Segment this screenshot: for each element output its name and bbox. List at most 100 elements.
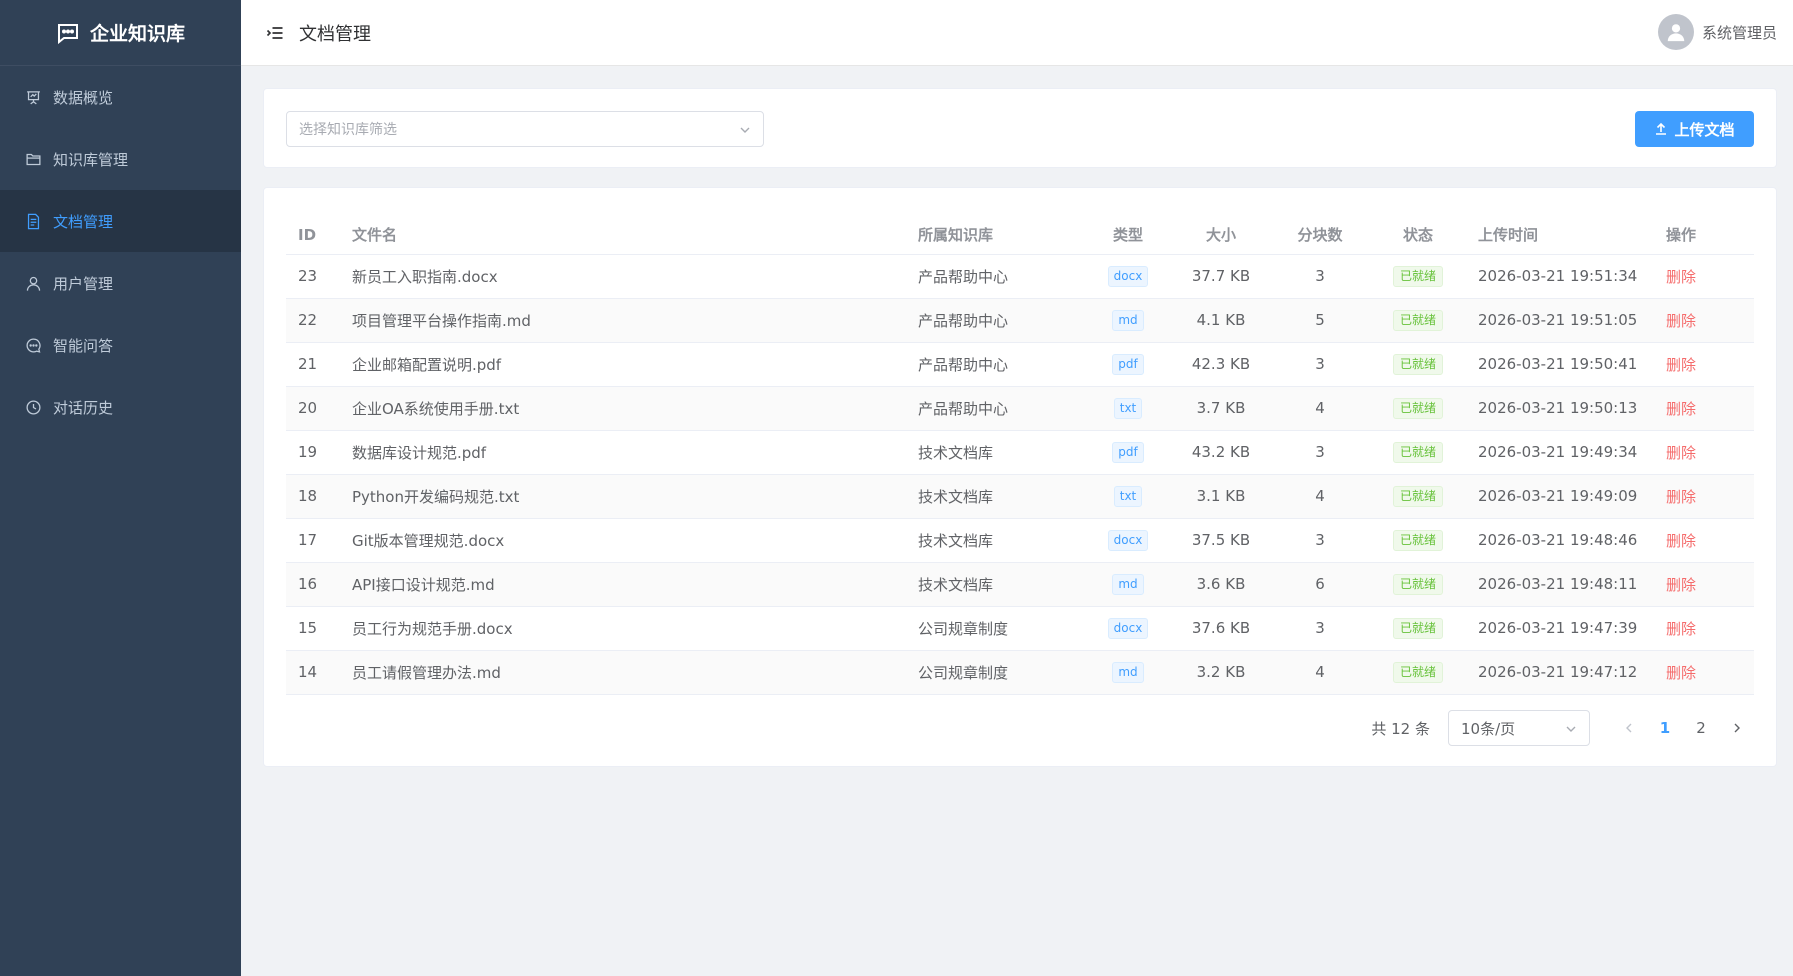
cell-kb: 公司规章制度 — [918, 650, 1086, 695]
chevron-right-icon — [1734, 723, 1740, 733]
delete-button[interactable]: 删除 — [1666, 268, 1696, 286]
cell-upload-time: 2026-03-21 19:49:09 — [1468, 474, 1654, 519]
cell-size: 37.6 KB — [1170, 606, 1272, 651]
cell-size: 37.7 KB — [1170, 254, 1272, 299]
cell-actions: 删除 — [1654, 342, 1754, 387]
page-button-1[interactable]: 1 — [1648, 711, 1682, 745]
chevron-down-icon — [740, 127, 750, 133]
cell-actions: 删除 — [1654, 430, 1754, 475]
cell-upload-time: 2026-03-21 19:48:11 — [1468, 562, 1654, 607]
delete-button[interactable]: 删除 — [1666, 488, 1696, 506]
sidebar-item-label: 智能问答 — [53, 336, 114, 355]
chevron-left-icon — [1626, 723, 1632, 733]
cell-status: 已就绪 — [1368, 606, 1468, 651]
kb-filter-placeholder: 选择知识库筛选 — [299, 122, 397, 138]
avatar[interactable] — [1657, 14, 1694, 50]
column-header-actions: 操作 — [1654, 210, 1754, 255]
cell-kb: 技术文档库 — [918, 474, 1086, 519]
sidebar-item-chat-history[interactable]: 对话历史 — [0, 376, 241, 438]
cell-type: docx — [1086, 518, 1170, 563]
table-row: 20 企业OA系统使用手册.txt 产品帮助中心 txt 3.7 KB 4 已就… — [286, 386, 1754, 431]
cell-kb: 公司规章制度 — [918, 606, 1086, 651]
cell-status: 已就绪 — [1368, 518, 1468, 563]
table-row: 21 企业邮箱配置说明.pdf 产品帮助中心 pdf 42.3 KB 3 已就绪… — [286, 342, 1754, 387]
cell-actions: 删除 — [1654, 254, 1754, 299]
page-size-select[interactable]: 10条/页 — [1448, 710, 1590, 746]
cell-kb: 技术文档库 — [918, 430, 1086, 475]
delete-button[interactable]: 删除 — [1666, 664, 1696, 682]
cell-filename: 项目管理平台操作指南.md — [352, 298, 918, 343]
kb-filter-select[interactable]: 选择知识库筛选 — [286, 111, 764, 147]
delete-button[interactable]: 删除 — [1666, 444, 1696, 462]
table-row: 22 项目管理平台操作指南.md 产品帮助中心 md 4.1 KB 5 已就绪 … — [286, 298, 1754, 343]
cell-id: 18 — [286, 474, 352, 519]
status-badge: 已就绪 — [1392, 265, 1443, 287]
cell-type: docx — [1086, 606, 1170, 651]
cell-id: 23 — [286, 254, 352, 299]
cell-kb: 产品帮助中心 — [918, 298, 1086, 343]
cell-upload-time: 2026-03-21 19:48:46 — [1468, 518, 1654, 563]
delete-button[interactable]: 删除 — [1666, 620, 1696, 638]
cell-status: 已就绪 — [1368, 650, 1468, 695]
folder-icon — [26, 153, 41, 165]
cell-status: 已就绪 — [1368, 298, 1468, 343]
table-row: 15 员工行为规范手册.docx 公司规章制度 docx 37.6 KB 3 已… — [286, 606, 1754, 651]
sidebar-item-user-management[interactable]: 用户管理 — [0, 252, 241, 314]
cell-chunks: 4 — [1272, 650, 1368, 695]
cell-kb: 技术文档库 — [918, 518, 1086, 563]
pagination: 共 12 条 10条/页 1 2 — [1371, 710, 1754, 746]
sidebar-item-label: 用户管理 — [53, 274, 114, 293]
next-page-button[interactable] — [1720, 711, 1754, 745]
cell-type: docx — [1086, 254, 1170, 299]
sidebar-item-doc-management[interactable]: 文档管理 — [0, 190, 241, 252]
cell-size: 43.2 KB — [1170, 430, 1272, 475]
status-badge: 已就绪 — [1392, 529, 1443, 551]
table-row: 17 Git版本管理规范.docx 技术文档库 docx 37.5 KB 3 已… — [286, 518, 1754, 563]
sidebar-item-label: 对话历史 — [53, 398, 114, 417]
delete-button[interactable]: 删除 — [1666, 356, 1696, 374]
cell-filename: 企业OA系统使用手册.txt — [352, 386, 918, 431]
chevron-down-icon — [1566, 726, 1576, 732]
column-header-status: 状态 — [1368, 210, 1468, 255]
sidebar-item-kb-management[interactable]: 知识库管理 — [0, 128, 241, 190]
delete-button[interactable]: 删除 — [1666, 576, 1696, 594]
status-badge: 已就绪 — [1392, 661, 1443, 683]
column-header-kb: 所属知识库 — [918, 210, 1086, 255]
cell-filename: 新员工入职指南.docx — [352, 254, 918, 299]
cell-upload-time: 2026-03-21 19:51:34 — [1468, 254, 1654, 299]
sidebar-item-smart-qa[interactable]: 智能问答 — [0, 314, 241, 376]
clock-icon — [26, 399, 41, 415]
username[interactable]: 系统管理员 — [1702, 22, 1777, 43]
delete-button[interactable]: 删除 — [1666, 532, 1696, 550]
brand[interactable]: 企业知识库 — [0, 0, 241, 66]
upload-document-button[interactable]: 上传文档 — [1635, 111, 1754, 147]
cell-status: 已就绪 — [1368, 342, 1468, 387]
prev-page-button[interactable] — [1612, 711, 1646, 745]
user-menu[interactable]: 系统管理员 — [1657, 14, 1777, 50]
delete-button[interactable]: 删除 — [1666, 400, 1696, 418]
cell-id: 17 — [286, 518, 352, 563]
cell-status: 已就绪 — [1368, 562, 1468, 607]
cell-actions: 删除 — [1654, 606, 1754, 651]
top-header: 文档管理 系统管理员 — [241, 0, 1793, 66]
cell-actions: 删除 — [1654, 298, 1754, 343]
cell-actions: 删除 — [1654, 386, 1754, 431]
page-title: 文档管理 — [299, 23, 371, 45]
sidebar: 企业知识库 数据概览 知识库管理 文档管理 用户管理 智能问答 对话历史 — [0, 0, 241, 976]
cell-chunks: 3 — [1272, 254, 1368, 299]
page-button-2[interactable]: 2 — [1684, 711, 1718, 745]
documents-table: ID 文件名 所属知识库 类型 大小 分块数 状态 上传时间 操作 23 新员工… — [286, 210, 1754, 695]
delete-button[interactable]: 删除 — [1666, 312, 1696, 330]
column-header-id: ID — [286, 210, 352, 255]
cell-size: 4.1 KB — [1170, 298, 1272, 343]
cell-chunks: 3 — [1272, 606, 1368, 651]
cell-id: 14 — [286, 650, 352, 695]
table-body: 23 新员工入职指南.docx 产品帮助中心 docx 37.7 KB 3 已就… — [286, 254, 1754, 695]
sidebar-item-label: 文档管理 — [53, 212, 114, 231]
sidebar-item-overview[interactable]: 数据概览 — [0, 66, 241, 128]
menu-fold-icon[interactable] — [265, 23, 285, 43]
filter-card: 选择知识库筛选 上传文档 — [263, 88, 1777, 168]
cell-filename: 企业邮箱配置说明.pdf — [352, 342, 918, 387]
cell-upload-time: 2026-03-21 19:51:05 — [1468, 298, 1654, 343]
cell-id: 20 — [286, 386, 352, 431]
